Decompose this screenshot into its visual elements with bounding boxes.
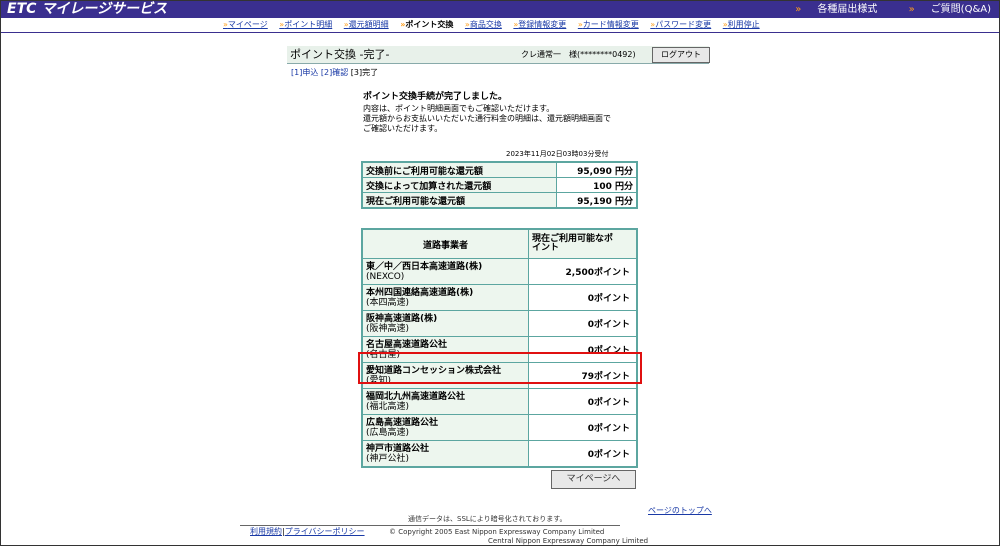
operator-name: 神戸市道路公社 (神戸公社) xyxy=(361,440,529,468)
operator-points: 0ポイント xyxy=(528,414,638,441)
logout-button[interactable]: ログアウト xyxy=(652,47,710,63)
header-links: » 各種届出様式 » ご質問(Q&A) xyxy=(767,1,991,18)
summary-label: 交換前にご利用可能な還元額 xyxy=(361,161,557,178)
timestamp: 2023年11月02日03時03分受付 xyxy=(506,150,609,158)
table-row: 交換によって加算された還元額 100 円分 xyxy=(361,177,638,193)
step-apply: [1]申込 xyxy=(291,68,319,77)
message-line: 内容は、ポイント明細画面でもご確認いただけます。 xyxy=(363,104,555,113)
operator-points: 0ポイント xyxy=(528,310,638,337)
col-points: 現在ご利用可能なポ イント xyxy=(528,228,638,259)
operator-name: 福岡北九州高速道路公社 (福北高速) xyxy=(361,388,529,415)
step-confirm: [2]確認 xyxy=(320,68,349,77)
nav-point-detail[interactable]: »ポイント明細 xyxy=(279,20,332,29)
operator-points: 0ポイント xyxy=(528,284,638,311)
operator-name: 東／中／西日本高速道路(株) (NEXCO) xyxy=(361,258,529,285)
operator-points: 2,500ポイント xyxy=(528,258,638,285)
message-line: 還元額からお支払いいただいた通行料金の明細は、還元額明細画面で xyxy=(363,114,611,123)
operator-sub: (本四高速) xyxy=(366,297,410,308)
page-header: ポイント交換 -完了- クレ通常一 様(********0492) xyxy=(287,46,709,64)
operator-sub: (阪神高速) xyxy=(366,323,410,334)
page-top-link[interactable]: ページのトップへ xyxy=(648,505,712,516)
operator-main: 名古屋高速道路公社 xyxy=(366,339,448,350)
page-title: ポイント交換 -完了- xyxy=(290,48,390,61)
summary-value: 100 円分 xyxy=(556,177,638,193)
arrow-icon: » xyxy=(795,4,802,15)
nav-card-change[interactable]: »カード情報変更 xyxy=(578,20,639,29)
table-row: 広島高速道路公社 (広島高速) 0ポイント xyxy=(361,414,638,441)
operator-sub: (NEXCO) xyxy=(366,271,405,282)
nav-registration-change[interactable]: »登録情報変更 xyxy=(513,20,566,29)
col-operator: 道路事業者 xyxy=(361,228,529,259)
summary-value: 95,090 円分 xyxy=(556,161,638,178)
operator-main: 阪神高速道路(株) xyxy=(366,313,438,324)
completion-message: ポイント交換手続が完了しました。 内容は、ポイント明細画面でもご確認いただけます… xyxy=(363,92,643,134)
main-nav: »マイページ »ポイント明細 »還元額明細 »ポイント交換 »商品交換 »登録情… xyxy=(1,18,999,33)
footer-links: 利用規約|プライバシーポリシー xyxy=(250,527,365,536)
nav-stop-use[interactable]: »利用停止 xyxy=(723,20,760,29)
copyright-cont: Central Nippon Expressway Company Limite… xyxy=(488,537,649,545)
table-row: 福岡北九州高速道路公社 (福北高速) 0ポイント xyxy=(361,388,638,415)
table-header-row: 道路事業者 現在ご利用可能なポ イント xyxy=(361,228,638,259)
operator-sub: (福北高速) xyxy=(366,401,410,412)
operator-name: 本州四国連絡高速道路(株) (本四高速) xyxy=(361,284,529,311)
operator-sub: (神戸公社) xyxy=(366,453,410,464)
operator-main: 福岡北九州高速道路公社 xyxy=(366,391,466,402)
message-line: ご確認いただけます。 xyxy=(363,124,443,133)
nav-goods-exchange[interactable]: »商品交換 xyxy=(465,20,502,29)
privacy-link[interactable]: プライバシーポリシー xyxy=(285,527,365,536)
message-head: ポイント交換手続が完了しました。 xyxy=(363,92,508,102)
arrow-icon: » xyxy=(908,4,915,15)
table-row: 阪神高速道路(株) (阪神高速) 0ポイント xyxy=(361,310,638,337)
ssl-notice: 通信データは、SSLにより暗号化されております。 xyxy=(408,515,567,523)
nav-mypage[interactable]: »マイページ xyxy=(223,20,268,29)
operator-points: 0ポイント xyxy=(528,440,638,468)
faq-link[interactable]: » ご質問(Q&A) xyxy=(895,4,991,15)
step-indicator: [1]申込 [2]確認 [3]完了 xyxy=(291,67,378,78)
terms-link[interactable]: 利用規約 xyxy=(250,527,282,536)
operator-sub: (広島高速) xyxy=(366,427,410,438)
operator-name: 広島高速道路公社 (広島高速) xyxy=(361,414,529,441)
operator-name: 阪神高速道路(株) (阪神高速) xyxy=(361,310,529,337)
top-header: ETC マイレージサービス » 各種届出様式 » ご質問(Q&A) xyxy=(1,1,999,18)
refund-summary-table: 交換前にご利用可能な還元額 95,090 円分 交換によって加算された還元額 100… xyxy=(361,161,638,209)
user-info: クレ通常一 様(********0492) xyxy=(521,50,636,59)
forms-link[interactable]: » 各種届出様式 xyxy=(781,4,877,15)
table-row: 東／中／西日本高速道路(株) (NEXCO) 2,500ポイント xyxy=(361,258,638,285)
col-points-line: イント xyxy=(532,243,560,253)
operator-main: 広島高速道路公社 xyxy=(366,417,439,428)
summary-label: 交換によって加算された還元額 xyxy=(361,177,557,193)
step-complete: [3]完了 xyxy=(350,68,379,77)
nav-refund-detail[interactable]: »還元額明細 xyxy=(344,20,389,29)
nav-password-change[interactable]: »パスワード変更 xyxy=(650,20,711,29)
highlight-box xyxy=(358,352,642,384)
table-row: 本州四国連絡高速道路(株) (本四高速) 0ポイント xyxy=(361,284,638,311)
nav-point-exchange[interactable]: »ポイント交換 xyxy=(400,20,453,29)
operator-main: 本州四国連絡高速道路(株) xyxy=(366,287,474,298)
site-logo[interactable]: ETC マイレージサービス xyxy=(7,1,167,18)
table-row: 交換前にご利用可能な還元額 95,090 円分 xyxy=(361,161,638,178)
operator-main: 神戸市道路公社 xyxy=(366,443,430,454)
summary-label: 現在ご利用可能な還元額 xyxy=(361,192,557,209)
operator-points-table: 道路事業者 現在ご利用可能なポ イント 東／中／西日本高速道路(株) (NEXCO)… xyxy=(361,228,638,468)
summary-value: 95,190 円分 xyxy=(556,192,638,209)
table-row: 現在ご利用可能な還元額 95,190 円分 xyxy=(361,192,638,209)
table-row: 神戸市道路公社 (神戸公社) 0ポイント xyxy=(361,440,638,468)
copyright: © Copyright 2005 East Nippon Expressway … xyxy=(389,528,605,536)
mypage-button[interactable]: マイページへ xyxy=(551,470,636,489)
operator-main: 東／中／西日本高速道路(株) xyxy=(366,261,483,272)
operator-points: 0ポイント xyxy=(528,388,638,415)
